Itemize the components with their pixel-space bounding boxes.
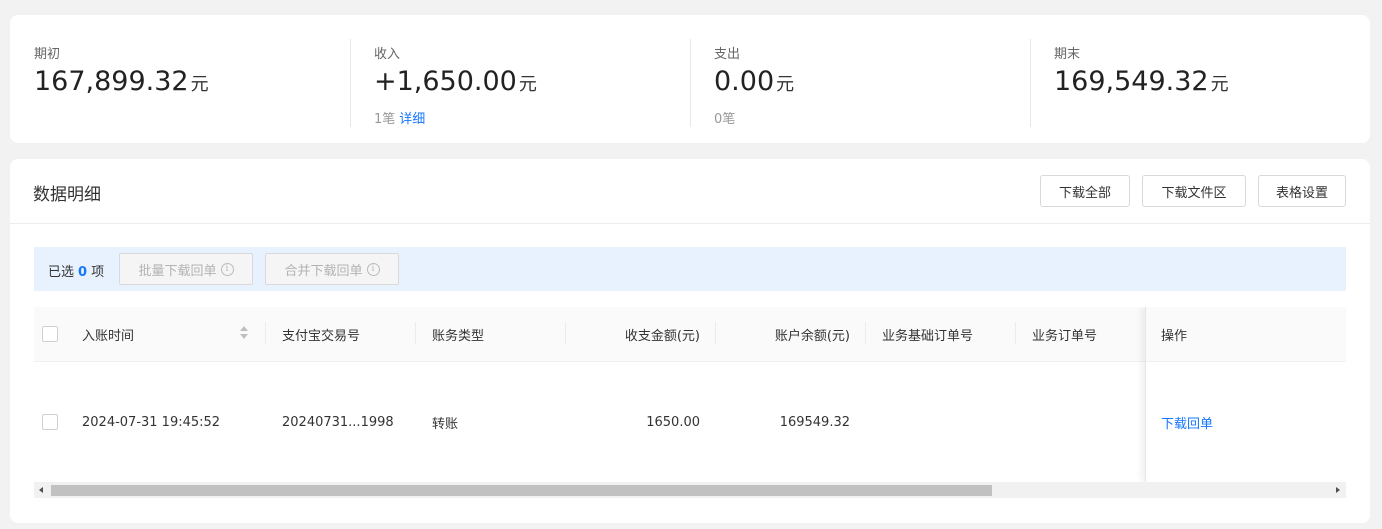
batch-download-label: 批量下载回单 xyxy=(138,263,217,279)
stat-expense-label: 支出 xyxy=(714,47,741,62)
col-alipay-no: 支付宝交易号 xyxy=(282,329,361,344)
cell-amount: 1650.00 xyxy=(646,414,700,430)
stat-opening-unit: 元 xyxy=(190,74,209,95)
col-type: 账务类型 xyxy=(432,329,485,344)
scroll-right-arrow-icon[interactable] xyxy=(1336,487,1340,493)
summary-panel: 期初 167,899.32 元 收入 +1,650.00 元 1笔 详细 支出 0.0… xyxy=(10,15,1370,143)
download-all-button[interactable]: 下载全部 xyxy=(1040,175,1130,207)
horizontal-scrollbar[interactable] xyxy=(34,482,1346,498)
info-icon: i xyxy=(366,262,380,276)
stat-opening: 期初 167,899.32 元 xyxy=(34,39,374,127)
stat-expense-amount: 0.00 元 xyxy=(714,66,794,97)
stat-opening-label: 期初 xyxy=(34,47,61,62)
stat-income-value: +1,650.00 xyxy=(374,66,517,97)
sort-icon[interactable] xyxy=(240,326,248,342)
detail-panel: 数据明细 下载全部 下载文件区 表格设置 已选 0 项 批量下载回单 i 合并下载回单… xyxy=(10,159,1370,523)
stat-closing-unit: 元 xyxy=(1210,74,1229,95)
download-folder-button[interactable]: 下载文件区 xyxy=(1142,175,1246,207)
stat-opening-amount: 167,899.32 元 xyxy=(34,66,209,97)
stat-income-label: 收入 xyxy=(374,47,401,62)
selection-prefix: 已选 xyxy=(48,265,75,280)
selection-count: 0 xyxy=(78,265,88,280)
sort-up-arrow xyxy=(240,326,248,331)
transactions-table: 入账时间 支付宝交易号 账务类型 收支金额(元) 账户余额(元) 业务基础订单号… xyxy=(34,307,1346,501)
income-detail-link[interactable]: 详细 xyxy=(399,112,425,127)
column-separator xyxy=(1015,322,1016,344)
column-separator xyxy=(565,322,566,344)
cell-alipay-no: 20240731...1998 xyxy=(282,414,394,430)
selection-suffix: 项 xyxy=(91,265,105,280)
scroll-left-arrow-icon[interactable] xyxy=(39,487,43,493)
stat-divider xyxy=(350,39,351,127)
cell-balance: 169549.32 xyxy=(779,414,850,430)
stat-expense: 支出 0.00 元 0笔 xyxy=(690,39,1030,127)
col-balance: 账户余额(元) xyxy=(774,329,850,344)
header-divider xyxy=(10,223,1370,224)
column-separator xyxy=(265,322,266,344)
selection-bar: 已选 0 项 批量下载回单 i 合并下载回单 i xyxy=(34,247,1346,291)
stat-expense-unit: 元 xyxy=(776,74,795,95)
stat-income: 收入 +1,650.00 元 1笔 详细 xyxy=(350,39,690,127)
col-order: 业务订单号 xyxy=(1032,329,1098,344)
col-base-order: 业务基础订单号 xyxy=(882,329,974,344)
scrollbar-thumb[interactable] xyxy=(51,485,992,496)
merge-download-label: 合并下载回单 xyxy=(284,263,363,279)
stat-expense-value: 0.00 xyxy=(714,66,775,97)
detail-title: 数据明细 xyxy=(33,185,101,205)
sort-down-arrow xyxy=(240,334,248,339)
stat-closing: 期末 169,549.32 元 xyxy=(1030,39,1370,127)
fixed-action-column-edge xyxy=(1145,307,1346,482)
stat-divider xyxy=(1030,39,1031,127)
stat-expense-count: 0笔 xyxy=(714,112,736,127)
cell-time: 2024-07-31 19:45:52 xyxy=(82,414,221,430)
stat-income-count: 1笔 xyxy=(374,112,396,127)
column-separator xyxy=(715,322,716,344)
col-amount: 收支金额(元) xyxy=(624,329,700,344)
merge-download-button[interactable]: 合并下载回单 i xyxy=(265,253,399,285)
stat-closing-label: 期末 xyxy=(1054,47,1081,62)
select-all-checkbox[interactable] xyxy=(42,326,58,342)
batch-download-button[interactable]: 批量下载回单 i xyxy=(119,253,253,285)
stat-divider xyxy=(690,39,691,127)
column-separator xyxy=(415,322,416,344)
stat-income-amount: +1,650.00 元 xyxy=(374,66,537,97)
info-icon: i xyxy=(220,262,234,276)
stat-income-unit: 元 xyxy=(518,74,537,95)
selection-summary: 已选 0 项 xyxy=(48,261,104,280)
stat-closing-amount: 169,549.32 元 xyxy=(1054,66,1229,97)
row-checkbox[interactable] xyxy=(42,414,58,430)
cell-type: 转账 xyxy=(432,416,459,432)
stat-income-sub: 1笔 详细 xyxy=(374,108,425,127)
stat-opening-value: 167,899.32 xyxy=(34,66,189,97)
table-settings-button[interactable]: 表格设置 xyxy=(1258,175,1346,207)
stat-closing-value: 169,549.32 xyxy=(1054,66,1209,97)
col-time[interactable]: 入账时间 xyxy=(82,307,232,362)
column-separator xyxy=(865,322,866,344)
